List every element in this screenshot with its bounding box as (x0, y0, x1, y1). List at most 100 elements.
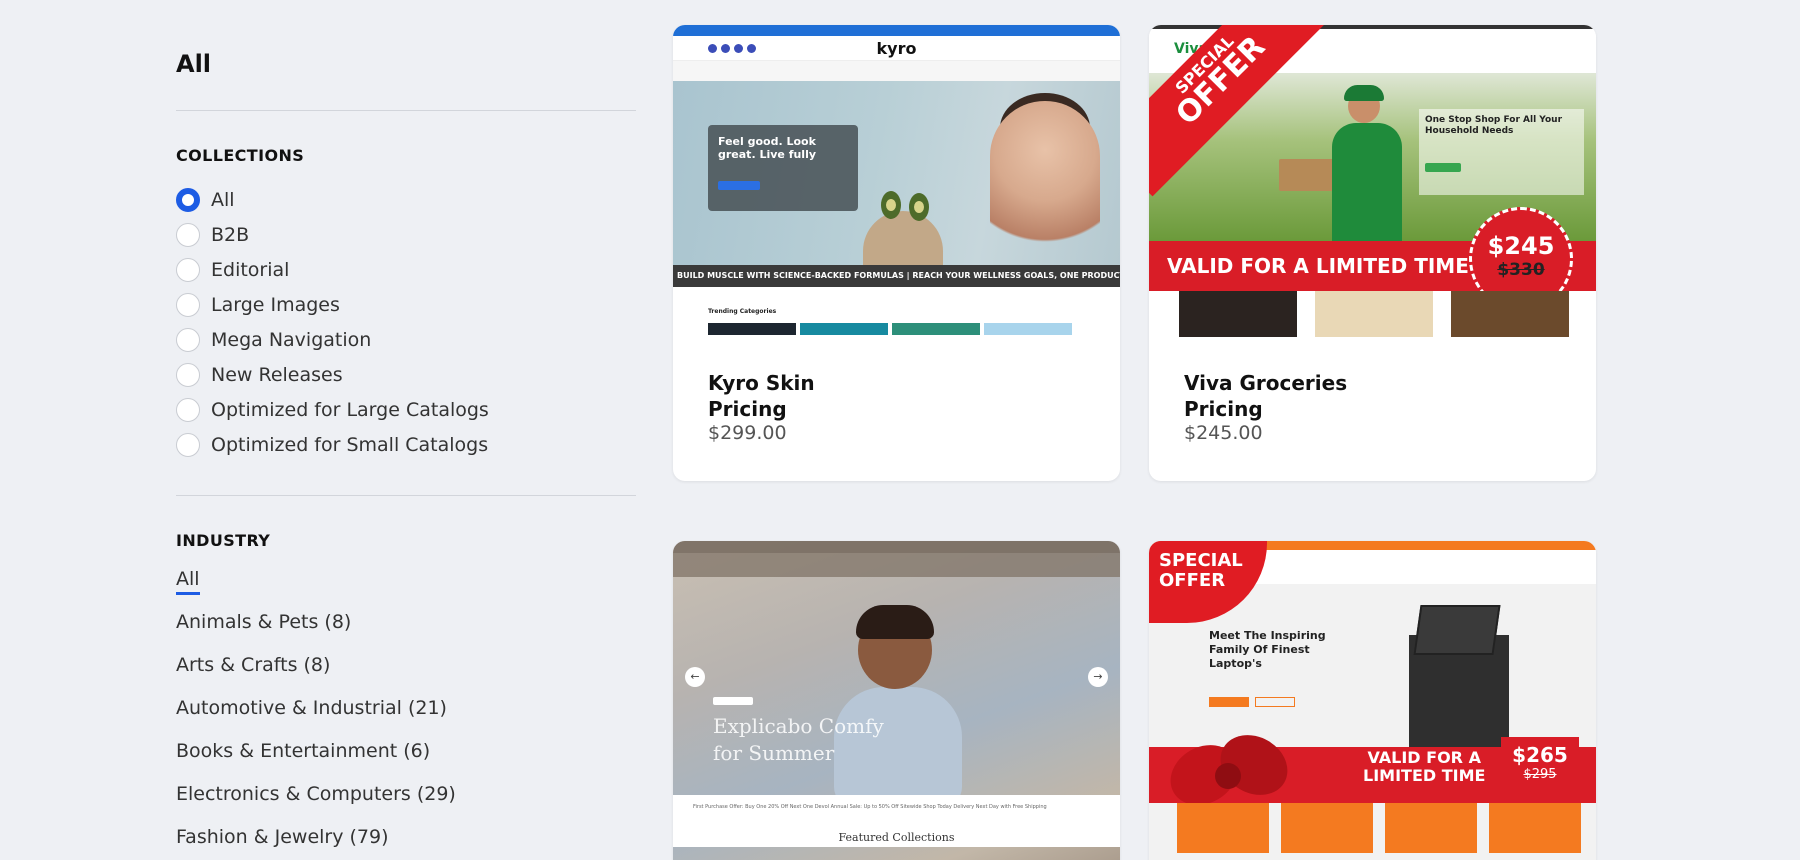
industry-label: Fashion & Jewelry (79) (176, 826, 389, 848)
industry-link-electronics-computers[interactable]: Electronics & Computers (29) (176, 783, 456, 826)
radio-button[interactable] (176, 432, 200, 457)
radio-label: Large Images (211, 293, 340, 316)
industry-link-fashion-jewelry[interactable]: Fashion & Jewelry (79) (176, 826, 456, 860)
preview-hero-box: Feel good. Look great. Live fully (708, 125, 858, 211)
hero-line: for Summer (713, 741, 835, 765)
laptop-shape (1413, 605, 1501, 655)
preview-section-label: Trending Categories (708, 308, 777, 315)
valid-line: VALID FOR A (1367, 748, 1481, 767)
product-title-line: Pricing (1184, 397, 1263, 421)
product-card-kids-decor[interactable]: Explicabo Comfy for Summer ← → First Pur… (673, 541, 1120, 860)
collection-option-small-catalogs[interactable]: Optimized for Small Catalogs (176, 427, 489, 462)
preview-category-tiles (708, 323, 1072, 335)
radio-label: Mega Navigation (211, 328, 372, 351)
industry-label: All (176, 568, 200, 595)
offer-text: SPECIAL (1159, 550, 1243, 571)
valid-line: LIMITED TIME (1363, 766, 1486, 785)
product-price: $299.00 (708, 422, 787, 444)
slider-next-arrow-icon: → (1088, 667, 1108, 687)
product-card-kyro-skin[interactable]: kyro Feel good. Look great. Live fully B… (673, 25, 1120, 481)
preview-section-label: Featured Collections (838, 831, 955, 844)
radio-label: New Releases (211, 363, 343, 386)
preview-hero-heading: Explicabo Comfy for Summer (713, 713, 884, 767)
collection-option-all[interactable]: All (176, 182, 489, 217)
product-title-line: Kyro Skin (708, 371, 815, 395)
preview-tag (713, 697, 753, 705)
preview-hero-button (718, 181, 760, 190)
divider (176, 110, 636, 111)
delivery-man-shape (1324, 83, 1414, 241)
product-title-line: Pricing (708, 397, 787, 421)
avocado-shape (909, 193, 929, 221)
industry-label: Electronics & Computers (29) (176, 783, 456, 805)
collection-option-large-images[interactable]: Large Images (176, 287, 489, 322)
product-title[interactable]: Viva Groceries Pricing (1184, 370, 1347, 422)
radio-label: Optimized for Small Catalogs (211, 433, 489, 456)
hero-line: Explicabo Comfy (713, 714, 884, 738)
theme-preview-image: SPECIAL OFFER Meet The Inspiring Family … (1149, 541, 1596, 860)
table-shape (863, 211, 943, 265)
preview-nav (673, 61, 1120, 81)
collection-option-b2b[interactable]: B2B (176, 217, 489, 252)
collections-radio-group: All B2B Editorial Large Images Mega Navi… (176, 182, 489, 462)
preview-category-tiles (1177, 803, 1581, 853)
product-title[interactable]: Kyro Skin Pricing (708, 370, 815, 422)
preview-hero-heading: Feel good. Look great. Live fully (718, 135, 817, 161)
preview-logo: kyro (876, 38, 917, 58)
industry-filter-list: All Animals & Pets (8) Arts & Crafts (8)… (176, 568, 456, 860)
radio-button[interactable] (176, 397, 200, 422)
badge-price: $265 (1512, 743, 1568, 767)
badge-old-price: $295 (1523, 767, 1557, 782)
limited-time-text: VALID FOR A LIMITED TIME (1363, 749, 1485, 785)
radio-button[interactable] (176, 222, 200, 247)
industry-label: Arts & Crafts (8) (176, 654, 331, 676)
theme-preview-image: Explicabo Comfy for Summer ← → First Pur… (673, 541, 1120, 860)
child-shape (828, 601, 968, 807)
preview-hero-box: One Stop Shop For All Your Household Nee… (1419, 109, 1584, 195)
product-card-viva-groceries[interactable]: Viva One Stop Shop For All Your Househol… (1149, 25, 1596, 481)
industry-link-arts-crafts[interactable]: Arts & Crafts (8) (176, 654, 456, 697)
collection-option-editorial[interactable]: Editorial (176, 252, 489, 287)
preview-header: kyro (673, 36, 1120, 61)
industry-link-all[interactable]: All (176, 568, 456, 611)
preview-announcement-bar (673, 25, 1120, 36)
preview-hero-heading: Meet The Inspiring Family Of Finest Lapt… (1209, 629, 1326, 670)
radio-button[interactable] (176, 292, 200, 317)
product-title-line: Viva Groceries (1184, 371, 1348, 395)
radio-label: Optimized for Large Catalogs (211, 398, 489, 421)
preview-category-thumbs (1179, 291, 1569, 337)
industry-label: Books & Entertainment (6) (176, 740, 431, 762)
collection-option-new-releases[interactable]: New Releases (176, 357, 489, 392)
industry-link-automotive-industrial[interactable]: Automotive & Industrial (21) (176, 697, 456, 740)
social-icons (708, 44, 756, 53)
industry-label: Automotive & Industrial (21) (176, 697, 447, 719)
industry-heading: INDUSTRY (176, 531, 271, 550)
radio-button[interactable] (176, 257, 200, 282)
badge-old-price: $330 (1497, 260, 1545, 280)
preview-nav (673, 553, 1120, 577)
radio-button[interactable] (176, 362, 200, 387)
preview-hero: Feel good. Look great. Live fully (673, 81, 1120, 265)
page-title: All (176, 50, 212, 78)
price-badge: $265 $295 (1501, 737, 1579, 803)
preview-hero-button (1425, 163, 1461, 172)
slider-prev-arrow-icon: ← (685, 667, 705, 687)
collection-option-large-catalogs[interactable]: Optimized for Large Catalogs (176, 392, 489, 427)
radio-button-checked[interactable] (176, 187, 200, 212)
product-price: $245.00 (1184, 422, 1263, 444)
preview-announcement-bar (673, 541, 1120, 553)
collections-heading: COLLECTIONS (176, 146, 305, 165)
radio-button[interactable] (176, 327, 200, 352)
divider (176, 495, 636, 496)
industry-link-books-entertainment[interactable]: Books & Entertainment (6) (176, 740, 456, 783)
product-card-laptop-store[interactable]: SPECIAL OFFER Meet The Inspiring Family … (1149, 541, 1596, 860)
offer-text: OFFER (1159, 570, 1226, 591)
industry-link-animals-pets[interactable]: Animals & Pets (8) (176, 611, 456, 654)
collection-option-mega-navigation[interactable]: Mega Navigation (176, 322, 489, 357)
model-shape (990, 101, 1100, 265)
radio-label: All (211, 188, 235, 211)
theme-preview-image: Viva One Stop Shop For All Your Househol… (1149, 25, 1596, 337)
preview-hero-buttons (1209, 697, 1295, 707)
badge-price: $245 (1487, 232, 1555, 260)
avocado-shape (881, 191, 901, 219)
